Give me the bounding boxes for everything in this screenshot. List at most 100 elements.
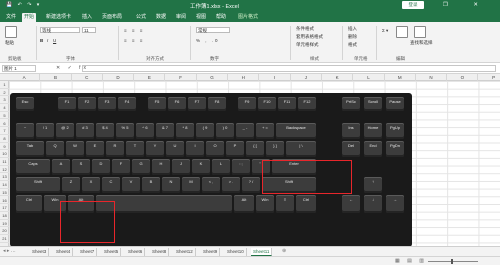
format-cells-button[interactable]: 格式 — [348, 42, 357, 48]
sort-filter-icon[interactable] — [396, 26, 408, 38]
number-format-select[interactable]: 常规 — [196, 27, 230, 33]
row-header[interactable]: 12 — [0, 166, 9, 174]
zoom-slider-thumb[interactable] — [451, 259, 453, 264]
sheet-tab[interactable]: Sheet5 — [102, 248, 122, 256]
row-header[interactable]: 2 — [0, 89, 9, 97]
column-header[interactable]: K — [322, 74, 354, 81]
view-mode-icons[interactable]: ▦ ▤ ▥ — [395, 258, 427, 264]
align-icons[interactable]: ≡ ≡ ≡ — [124, 28, 144, 33]
row-header[interactable]: 7 — [0, 127, 9, 135]
row-header[interactable]: 3 — [0, 96, 9, 105]
table-format-button[interactable]: 套用表格格式 — [296, 34, 323, 40]
ribbon-tabs: 文件 开始 新建选项卡 插入 页面布局 公式 数据 审阅 视图 帮助 图片格式 — [0, 11, 500, 22]
sheet-tab-active[interactable]: Sheet11 — [251, 248, 273, 256]
column-header[interactable]: G — [197, 74, 229, 81]
font-size-select[interactable]: 11 — [82, 27, 96, 33]
sheet-tab[interactable]: Sheet9 — [201, 248, 221, 256]
tab-review[interactable]: 审阅 — [174, 13, 188, 22]
row-header[interactable]: 20 — [0, 227, 9, 235]
column-header[interactable]: P — [479, 74, 500, 81]
tab-new[interactable]: 新建选项卡 — [44, 13, 73, 22]
column-header[interactable]: C — [72, 74, 103, 81]
sheet-tab[interactable]: Sheet8 — [150, 248, 170, 256]
column-header[interactable]: A — [9, 74, 41, 81]
add-sheet-icon[interactable]: ⊕ — [282, 248, 286, 254]
row-header[interactable]: 17 — [0, 204, 9, 212]
column-header[interactable]: H — [228, 74, 260, 81]
number-icons[interactable]: % , .0 — [196, 38, 220, 43]
key-s: S — [72, 159, 90, 175]
column-header[interactable]: E — [134, 74, 166, 81]
key-m: M — [182, 177, 200, 193]
sheet-tab[interactable]: Sheet6 — [126, 248, 146, 256]
quick-access-toolbar[interactable]: 💾 ↶ ↷ ▾ — [6, 2, 41, 8]
key-f11: F11 — [278, 97, 296, 111]
key-end: End — [364, 141, 382, 157]
row-header[interactable]: 16 — [0, 197, 9, 205]
name-box[interactable]: 图片 1 — [2, 65, 36, 72]
column-header[interactable]: O — [447, 74, 479, 81]
paste-icon[interactable] — [5, 26, 17, 38]
tab-data[interactable]: 数据 — [154, 13, 168, 22]
cell-style-button[interactable]: 单元格样式 — [296, 42, 319, 48]
delete-cells-button[interactable]: 删除 — [348, 34, 357, 40]
key-win-right: Win — [256, 195, 274, 213]
conditional-format-button[interactable]: 条件格式 — [296, 26, 314, 32]
column-header[interactable]: M — [385, 74, 416, 81]
row-header[interactable]: 1 — [0, 81, 9, 89]
key-ctrl-left: Ctrl — [16, 195, 42, 213]
window-controls[interactable]: — ❐ ✕ — [412, 2, 490, 8]
tab-file[interactable]: 文件 — [4, 13, 18, 22]
status-bar: ▦ ▤ ▥ — [0, 256, 500, 265]
align-icons-2[interactable]: ≡ ≡ ≡ — [124, 38, 144, 43]
tab-insert[interactable]: 插入 — [80, 13, 94, 22]
row-header[interactable]: 8 — [0, 135, 9, 143]
column-header[interactable]: L — [353, 74, 385, 81]
tab-view[interactable]: 视图 — [194, 13, 208, 22]
row-header[interactable]: 13 — [0, 173, 9, 182]
find-select-button[interactable]: 查找和选择 — [410, 40, 433, 46]
tab-help[interactable]: 帮助 — [214, 13, 228, 22]
row-header[interactable]: 5 — [0, 112, 9, 120]
column-header[interactable]: F — [166, 74, 197, 81]
row-header[interactable]: 15 — [0, 189, 9, 197]
column-header[interactable]: J — [291, 74, 322, 81]
find-icon[interactable] — [414, 26, 426, 38]
row-header[interactable]: 18 — [0, 212, 9, 220]
tab-page-layout[interactable]: 页面布局 — [100, 13, 124, 22]
italic-icon[interactable]: I — [47, 38, 48, 43]
sum-icon[interactable]: Σ ▾ — [382, 28, 388, 34]
column-header[interactable]: N — [416, 74, 448, 81]
sheet-tab[interactable]: Sheet10 — [225, 248, 247, 256]
row-header[interactable]: 14 — [0, 181, 9, 189]
row-header[interactable]: 4 — [0, 104, 9, 112]
insert-cells-button[interactable]: 插入 — [348, 26, 357, 32]
column-header[interactable]: D — [103, 74, 135, 81]
sheet-nav-arrows[interactable]: ◂ ▸ … — [3, 248, 16, 254]
formula-input[interactable] — [82, 65, 496, 72]
sheet-tab[interactable]: Sheet7 — [78, 248, 98, 256]
sheet-tab[interactable]: Sheet3 — [30, 248, 50, 256]
font-name-select[interactable]: 等线 — [40, 27, 80, 33]
row-header[interactable]: 10 — [0, 150, 9, 158]
paste-button[interactable]: 粘贴 — [5, 40, 14, 46]
row-header[interactable]: 19 — [0, 220, 9, 228]
key-menu: ≡ — [276, 195, 294, 213]
underline-icon[interactable]: U — [53, 38, 56, 43]
sheet-tab[interactable]: Sheet4 — [54, 248, 74, 256]
column-header[interactable]: B — [40, 74, 72, 81]
key-5: % 5 — [116, 123, 134, 139]
tab-formulas[interactable]: 公式 — [134, 13, 148, 22]
key-u: U — [166, 141, 184, 157]
column-header[interactable]: I — [259, 74, 291, 81]
row-header[interactable]: 9 — [0, 143, 9, 151]
tab-home[interactable]: 开始 — [22, 13, 37, 22]
bold-icon[interactable]: B — [40, 38, 43, 43]
row-header[interactable]: 6 — [0, 120, 9, 128]
zoom-slider[interactable] — [428, 261, 478, 262]
sheet-tab[interactable]: Sheet12 — [174, 248, 196, 256]
tab-picture-format[interactable]: 图片格式 — [236, 13, 260, 22]
row-header[interactable]: 11 — [0, 158, 9, 166]
row-header[interactable]: 21 — [0, 235, 9, 243]
key-v: V — [122, 177, 140, 193]
